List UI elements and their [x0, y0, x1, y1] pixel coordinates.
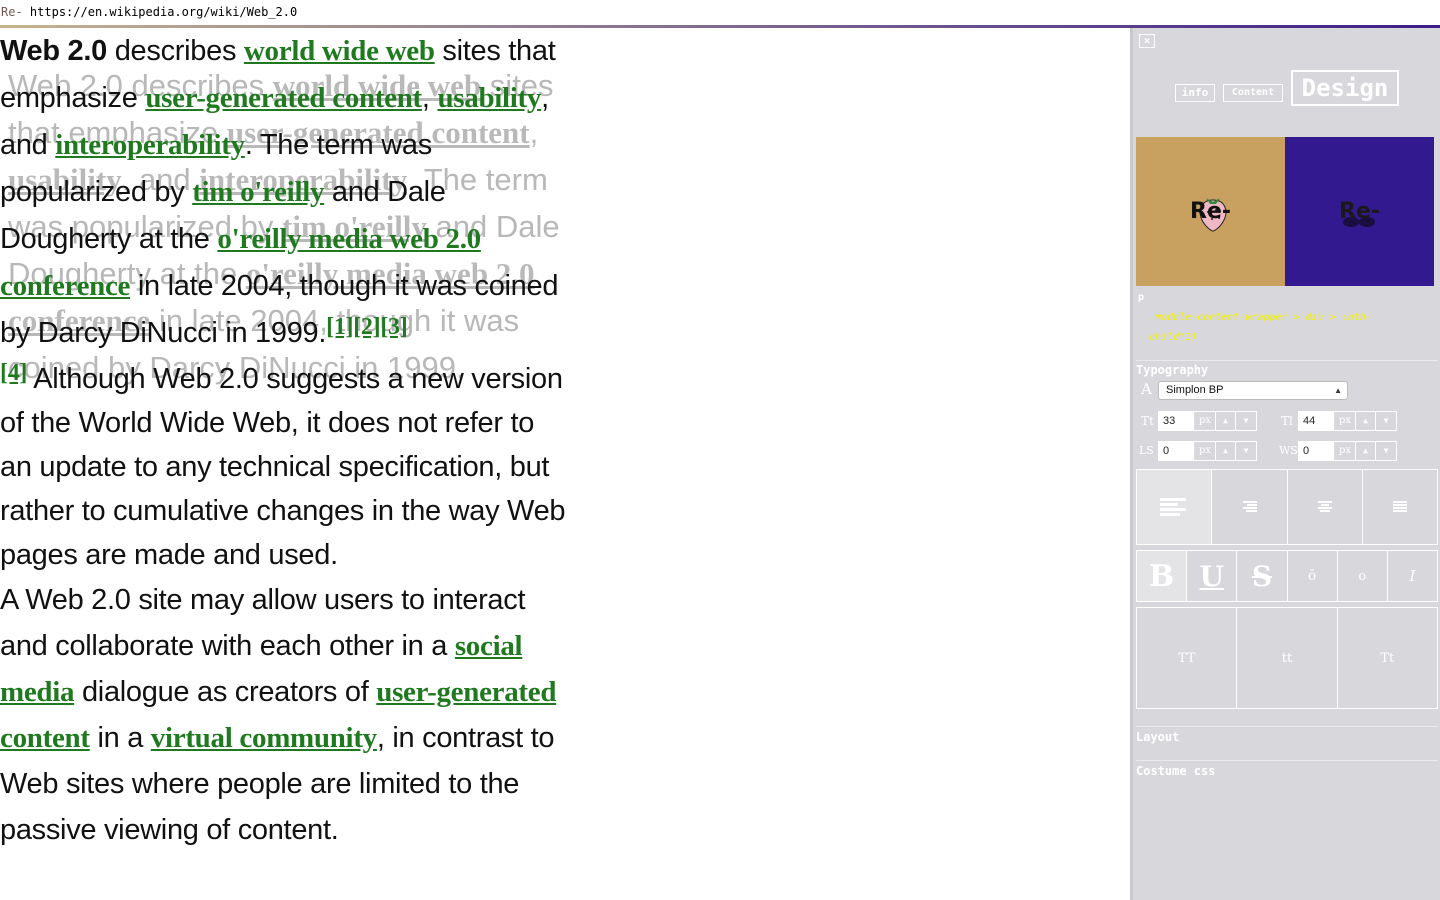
- decrement-icon[interactable]: ▼: [1376, 442, 1396, 460]
- increment-icon[interactable]: ▲: [1216, 412, 1236, 430]
- font-family-icon: A: [1141, 380, 1152, 398]
- align-left-button[interactable]: [1137, 470, 1213, 544]
- bold-button[interactable]: B: [1137, 551, 1188, 601]
- word-spacing-stepper[interactable]: 0 px ▲ ▼: [1298, 441, 1397, 461]
- lowercase-button[interactable]: tt: [1237, 608, 1338, 708]
- layout-section-toggle[interactable]: Layout: [1136, 730, 1179, 744]
- reference-3[interactable]: [3]: [380, 314, 407, 340]
- align-center-icon: [1317, 501, 1332, 512]
- preview-logo-dark: Re-: [1339, 199, 1380, 224]
- paragraph-second: A Web 2.0 site may allow users to intera…: [0, 584, 557, 846]
- decrement-icon[interactable]: ▼: [1376, 412, 1396, 430]
- font-size-label: Tt: [1141, 414, 1154, 428]
- align-right-icon: [1243, 501, 1258, 512]
- increment-icon[interactable]: ▲: [1356, 412, 1376, 430]
- link-interoperability[interactable]: interoperability: [55, 129, 245, 161]
- address-bar[interactable]: Re- https://en.wikipedia.org/wiki/Web_2.…: [0, 0, 1440, 26]
- link-user-generated-content[interactable]: user-generated content: [145, 82, 422, 114]
- text-case-group: TT tt Tt: [1136, 607, 1438, 709]
- text-align-group: [1136, 469, 1438, 545]
- article-viewport: Web 2.0 describes world wide web sites t…: [0, 28, 580, 900]
- align-center-button[interactable]: [1288, 470, 1363, 544]
- selected-element-tag: p: [1138, 292, 1145, 303]
- article-content: Web 2.0 describes world wide web sites t…: [0, 28, 572, 853]
- uppercase-button[interactable]: TT: [1137, 608, 1238, 708]
- letter-spacing-unit[interactable]: px: [1195, 442, 1216, 460]
- close-icon[interactable]: ×: [1139, 34, 1155, 48]
- line-height-unit[interactable]: px: [1335, 412, 1356, 430]
- link-usability[interactable]: usability: [437, 82, 541, 114]
- letter-spacing-input[interactable]: 0: [1159, 442, 1195, 460]
- align-justify-icon: [1392, 501, 1407, 512]
- word-spacing-unit[interactable]: px: [1335, 442, 1356, 460]
- reference-4[interactable]: [4]: [0, 360, 27, 386]
- align-left-icon: [1160, 498, 1187, 516]
- font-size-unit[interactable]: px: [1195, 412, 1216, 430]
- font-size-stepper[interactable]: 33 px ▲ ▼: [1158, 411, 1257, 431]
- preview-logo-light: Re-: [1190, 199, 1231, 224]
- typography-heading: Typography: [1136, 363, 1209, 377]
- align-justify-button[interactable]: [1363, 470, 1437, 544]
- link-virtual-community[interactable]: virtual community: [151, 722, 377, 754]
- strikethrough-button[interactable]: S: [1237, 551, 1288, 601]
- reference-2[interactable]: [2]: [353, 314, 380, 340]
- decrement-icon[interactable]: ▼: [1236, 412, 1256, 430]
- tab-info[interactable]: info: [1175, 84, 1215, 102]
- increment-icon[interactable]: ▲: [1216, 442, 1236, 460]
- line-height-input[interactable]: 44: [1299, 412, 1335, 430]
- letter-spacing-stepper[interactable]: 0 px ▲ ▼: [1158, 441, 1257, 461]
- line-height-label: Tl: [1281, 414, 1293, 428]
- increment-icon[interactable]: ▲: [1356, 442, 1376, 460]
- link-tim-oreilly[interactable]: tim o'reilly: [192, 176, 324, 208]
- theme-preview: Re- Re-: [1136, 137, 1434, 286]
- normal-style-button[interactable]: o: [1338, 551, 1388, 601]
- decrement-icon[interactable]: ▼: [1236, 442, 1256, 460]
- theme-preview-dark[interactable]: Re-: [1285, 137, 1434, 286]
- word-spacing-input[interactable]: 0: [1299, 442, 1335, 460]
- theme-preview-light[interactable]: Re-: [1136, 137, 1285, 286]
- article-title: Web 2.0: [0, 35, 107, 67]
- divider: [1136, 726, 1438, 727]
- selected-element-path: .module-content-wrapper > div > :nth-chi…: [1149, 312, 1372, 343]
- italic-button[interactable]: I: [1388, 551, 1437, 601]
- underline-button[interactable]: U: [1187, 551, 1238, 601]
- capitalize-button[interactable]: Tt: [1338, 608, 1437, 708]
- extension-logo: Re-: [1, 5, 23, 19]
- paragraph-intro-cont: [4] Although Web 2.0 suggests a new vers…: [0, 360, 566, 571]
- design-panel: × info Content Design Re- Re- p .module-…: [1130, 28, 1440, 900]
- font-family-select[interactable]: Simplon BP ▲: [1158, 381, 1348, 400]
- link-world-wide-web[interactable]: world wide web: [244, 35, 435, 67]
- select-arrows-icon: ▲: [1334, 386, 1342, 395]
- font-size-input[interactable]: 33: [1159, 412, 1195, 430]
- paragraph-intro: Web 2.0 describes world wide web sites t…: [0, 35, 559, 349]
- reference-1[interactable]: [1]: [326, 314, 353, 340]
- divider: [1136, 360, 1438, 361]
- tab-content[interactable]: Content: [1223, 84, 1283, 102]
- word-spacing-label: WS: [1279, 444, 1298, 457]
- align-right-button[interactable]: [1212, 470, 1288, 544]
- divider: [1136, 760, 1438, 761]
- text-style-group: B U S ō o I: [1136, 550, 1438, 602]
- tab-design[interactable]: Design: [1291, 70, 1399, 106]
- letter-spacing-label: LS: [1139, 444, 1154, 457]
- custom-css-section-toggle[interactable]: Costume css: [1136, 764, 1215, 778]
- page-url[interactable]: https://en.wikipedia.org/wiki/Web_2.0: [30, 5, 297, 19]
- overline-button[interactable]: ō: [1288, 551, 1338, 601]
- line-height-stepper[interactable]: 44 px ▲ ▼: [1298, 411, 1397, 431]
